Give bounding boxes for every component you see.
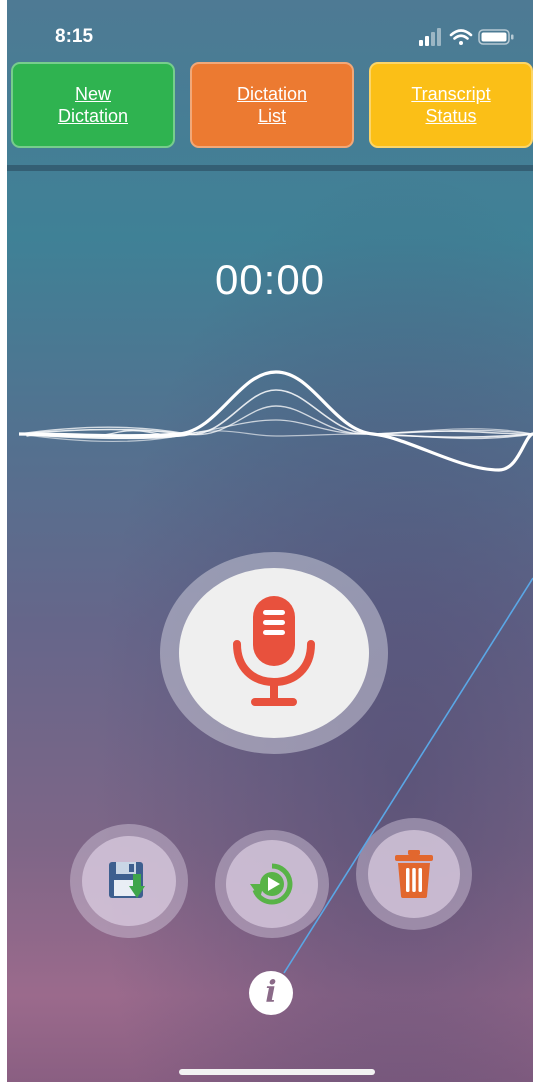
top-nav: New Dictation Dictation List Transcript … (7, 62, 533, 152)
dictation-list-label-line1: Dictation (236, 84, 308, 104)
floppy-disk-icon (109, 862, 145, 898)
record-button[interactable] (179, 568, 369, 738)
signal-icon (419, 28, 441, 46)
status-time: 8:15 (55, 26, 94, 47)
new-dictation-button[interactable]: New Dictation (11, 62, 175, 148)
dictation-list-button[interactable]: Dictation List (190, 62, 354, 148)
transcript-status-button[interactable]: Transcript Status (369, 62, 533, 148)
header-divider (7, 165, 533, 171)
status-icons (419, 28, 514, 46)
trash-icon (395, 850, 433, 898)
recording-timer: 00:00 (214, 256, 326, 303)
delete-button[interactable] (368, 830, 460, 918)
new-dictation-label-line1: New (74, 84, 111, 104)
info-icon: i (265, 975, 277, 1010)
transcript-status-label-line1: Transcript (411, 84, 491, 104)
wifi-icon (449, 29, 473, 45)
play-button[interactable] (226, 840, 318, 928)
transcript-status-label-line2: Status (425, 106, 477, 126)
save-button[interactable] (82, 836, 176, 926)
info-button[interactable]: i (249, 971, 293, 1015)
dictation-list-label-line2: List (257, 106, 286, 126)
waveform-graphic (19, 370, 533, 472)
home-indicator (179, 1069, 375, 1075)
status-bar: 8:15 (7, 0, 533, 60)
battery-icon (478, 29, 514, 45)
microphone-icon (233, 596, 315, 706)
dictation-screen: 8:15 New Dictation Dictation List Transc… (7, 0, 533, 1082)
new-dictation-label-line2: Dictation (57, 106, 129, 126)
replay-play-icon (250, 863, 293, 905)
